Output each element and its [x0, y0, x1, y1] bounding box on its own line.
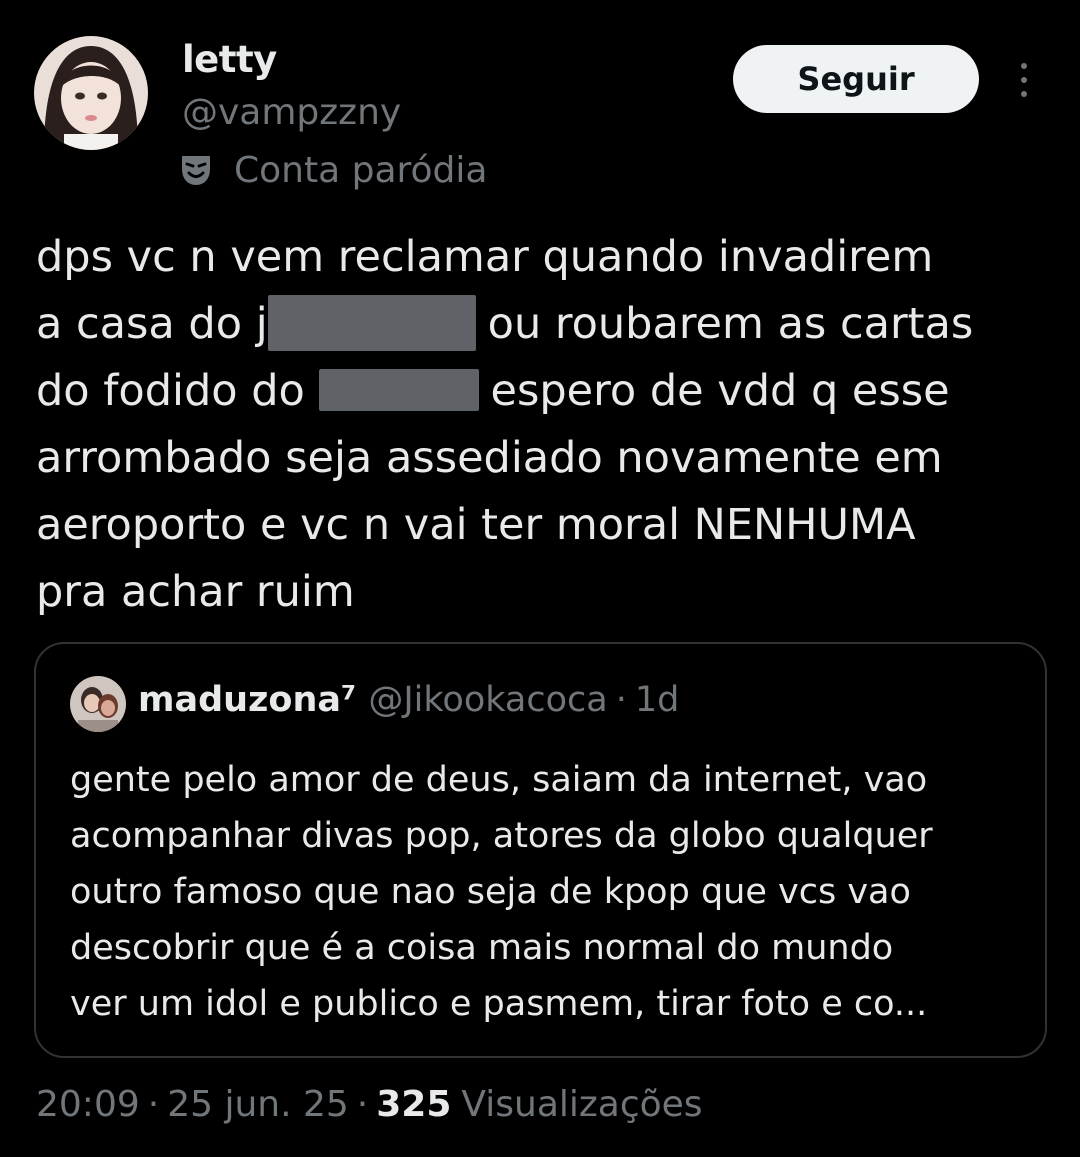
tweet-date[interactable]: 25 jun. 25 — [167, 1084, 349, 1125]
redaction-block — [267, 294, 476, 351]
quoted-handle: @Jikookacoca — [368, 680, 608, 720]
author-avatar-image — [34, 36, 148, 150]
tweet-line-segment: ou roubarem as cartas — [487, 299, 974, 349]
tweet-text: dps vc n vem reclamar quando invadirem a… — [36, 224, 1046, 626]
views-count[interactable]: 325 — [376, 1084, 451, 1125]
tweet-line: arrombado seja assediado novamente em — [36, 433, 943, 483]
quoted-line: gente pelo amor de deus, saiam da intern… — [70, 760, 928, 800]
quoted-line: acompanhar divas pop, atores da globo qu… — [70, 816, 933, 856]
parody-account-label: Conta paródia — [180, 146, 487, 194]
tweet-detail: letty @vampzzny Conta paródia Seguir dps… — [0, 0, 1080, 1157]
more-dot — [1021, 91, 1027, 97]
tweet-time[interactable]: 20:09 — [36, 1084, 140, 1125]
tweet-line: a casa do j ou roubarem as cartas — [36, 291, 1046, 358]
quoted-tweet-text: gente pelo amor de deus, saiam da intern… — [70, 752, 1030, 1032]
tweet-line-segment: do fodido do — [36, 366, 305, 416]
theater-mask-icon — [182, 156, 210, 185]
quoted-display-name: maduzona⁷ — [138, 680, 357, 720]
parody-label: Conta paródia — [234, 149, 488, 191]
quoted-line: descobrir que é a coisa mais normal do m… — [70, 928, 894, 968]
dot-separator: · — [147, 1084, 160, 1125]
redaction-block — [318, 368, 479, 411]
dot-separator: · — [615, 680, 627, 720]
tweet-line: do fodido do espero de vdd q esse — [36, 358, 1046, 425]
quoted-line: outro famoso que nao seja de kpop que vc… — [70, 872, 911, 912]
tweet-line: aeroporto e vc n vai ter moral NENHUMA — [36, 500, 916, 550]
more-dot — [1021, 77, 1027, 83]
quoted-avatar-image — [70, 676, 126, 732]
follow-button[interactable]: Seguir — [733, 45, 979, 113]
author-display-name[interactable]: letty — [182, 38, 277, 81]
tweet-line-segment: espero de vdd q esse — [490, 366, 950, 416]
quoted-tweet-header: maduzona⁷ @Jikookacoca · 1d — [138, 680, 679, 720]
tweet-line: pra achar ruim — [36, 567, 355, 617]
more-vertical-icon[interactable] — [1004, 56, 1044, 104]
tweet-line: dps vc n vem reclamar quando invadirem — [36, 232, 934, 282]
tweet-line-segment: a casa do j — [36, 299, 268, 349]
author-avatar[interactable] — [34, 36, 148, 150]
quoted-tweet-card[interactable]: maduzona⁷ @Jikookacoca · 1d gente pelo a… — [34, 642, 1047, 1058]
author-handle[interactable]: @vampzzny — [182, 92, 401, 133]
views-label[interactable]: Visualizações — [461, 1084, 702, 1125]
dot-separator: · — [356, 1084, 369, 1125]
quoted-author-avatar[interactable] — [70, 676, 126, 732]
quoted-timestamp: 1d — [634, 680, 680, 720]
quoted-line: ver um idol e publico e pasmem, tirar fo… — [70, 984, 928, 1024]
tweet-meta: 20:09 · 25 jun. 25 · 325 Visualizações — [36, 1084, 703, 1125]
more-dot — [1021, 63, 1027, 69]
